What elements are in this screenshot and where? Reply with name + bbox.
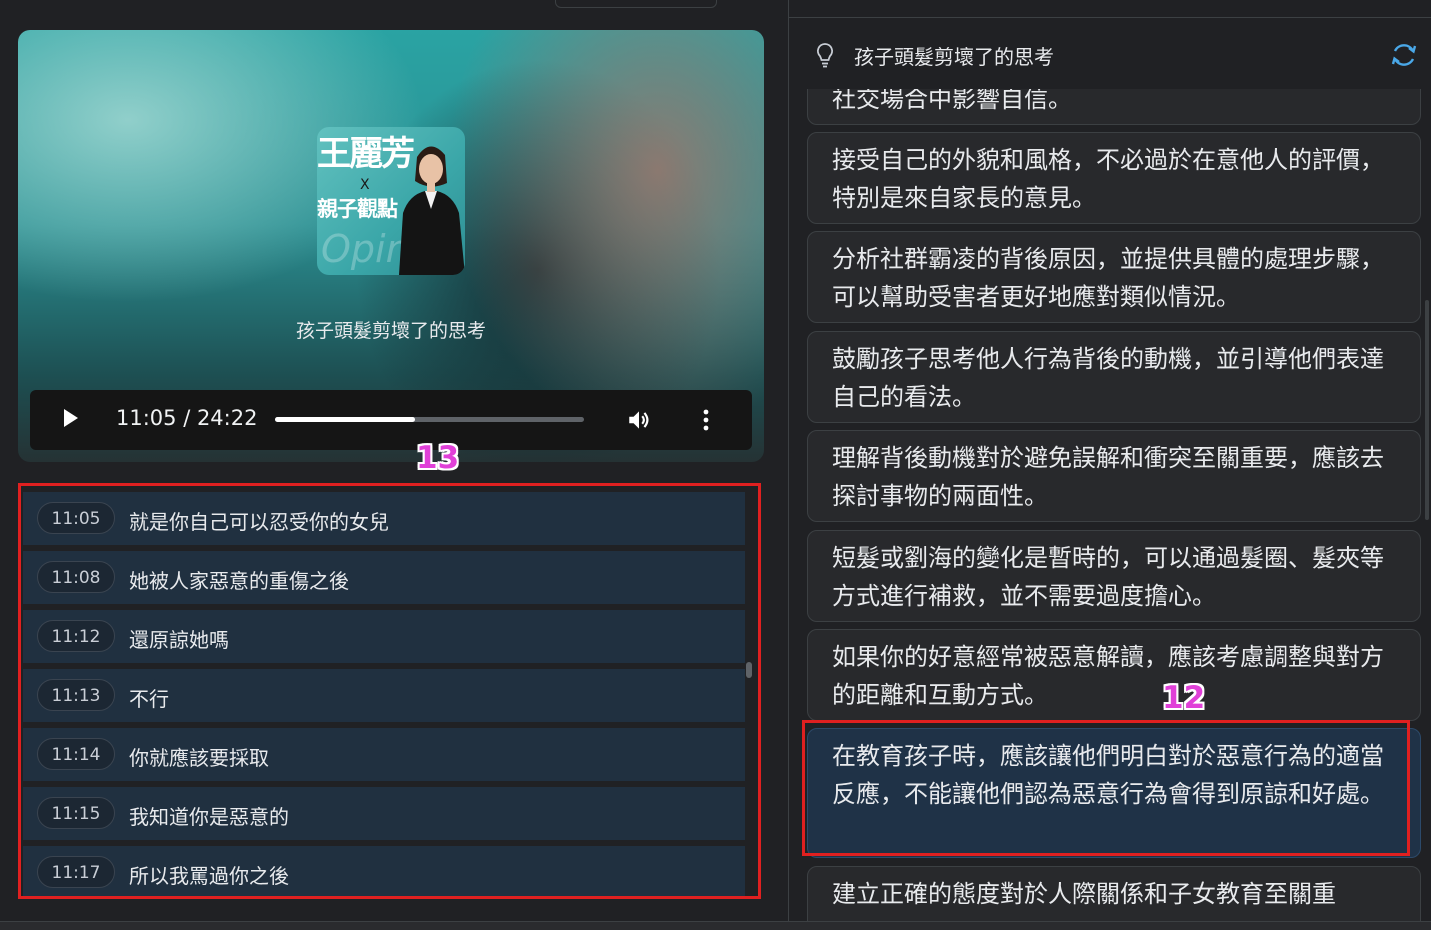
video-player[interactable]: 王麗芳 X 親子觀點 Opinio 孩子頭髮剪壞了的思考 11:05 / 24:… <box>18 30 764 462</box>
timestamp-chip[interactable]: 11:13 <box>37 679 115 711</box>
transcript-text: 就是你自己可以忍受你的女兒 <box>129 510 389 534</box>
timestamp-chip[interactable]: 11:08 <box>37 561 115 593</box>
insight-card[interactable]: 社交場合中影響自信。 <box>807 89 1421 125</box>
search-pill[interactable] <box>555 0 717 8</box>
insight-cards-list[interactable]: 社交場合中影響自信。 接受自己的外貌和風格，不必過於在意他人的評價，特別是來自家… <box>789 89 1431 921</box>
timestamp-chip[interactable]: 11:15 <box>37 797 115 829</box>
transcript-text: 還原諒她嗎 <box>129 628 229 652</box>
insight-card[interactable]: 鼓勵孩子思考他人行為背後的動機，並引導他們表達自己的看法。 <box>807 331 1421 423</box>
insight-card-selected[interactable]: 在教育孩子時，應該讓他們明白對於惡意行為的適當反應，不能讓他們認為惡意行為會得到… <box>807 728 1421 858</box>
annotation-marker-13: 13 <box>416 440 460 476</box>
volume-icon[interactable] <box>626 407 652 433</box>
insight-card[interactable]: 接受自己的外貌和風格，不必過於在意他人的評價，特別是來自家長的意見。 <box>807 132 1421 224</box>
time-display: 11:05 / 24:22 <box>116 406 258 430</box>
timestamp-chip[interactable]: 11:05 <box>37 502 115 534</box>
insight-text: 短髮或劉海的變化是暫時的，可以通過髮圈、髮夾等方式進行補救，並不需要過度擔心。 <box>832 544 1384 610</box>
insight-text: 如果你的好意經常被惡意解讀，應該考慮調整與對方的距離和互動方式。 <box>832 643 1384 709</box>
annotation-marker-12: 12 <box>1162 680 1206 716</box>
transcript-text: 她被人家惡意的重傷之後 <box>129 569 349 593</box>
transcript-row[interactable]: 11:13 不行 <box>23 669 745 722</box>
timestamp-chip[interactable]: 11:12 <box>37 620 115 652</box>
transcript-text: 所以我罵過你之後 <box>129 864 289 888</box>
insight-card[interactable]: 理解背後動機對於避免誤解和衝突至關重要，應該去探討事物的兩面性。 <box>807 430 1421 522</box>
panel-scrollbar[interactable] <box>1425 300 1429 520</box>
top-bar <box>0 0 788 18</box>
progress-bar[interactable] <box>275 417 584 422</box>
insight-text: 理解背後動機對於避免誤解和衝突至關重要，應該去探討事物的兩面性。 <box>832 444 1384 510</box>
transcript-row[interactable]: 11:05 就是你自己可以忍受你的女兒 <box>23 492 745 545</box>
transcript-row[interactable]: 11:17 所以我罵過你之後 <box>23 846 745 896</box>
progress-fill <box>275 417 416 422</box>
insight-card[interactable]: 如果你的好意經常被惡意解讀，應該考慮調整與對方的距離和互動方式。 <box>807 629 1421 721</box>
insight-text: 在教育孩子時，應該讓他們明白對於惡意行為的適當反應，不能讓他們認為惡意行為會得到… <box>832 742 1384 808</box>
presenter-portrait <box>399 146 465 275</box>
thumbnail-title-line2: 親子觀點 <box>317 197 398 221</box>
insight-text: 鼓勵孩子思考他人行為背後的動機，並引導他們表達自己的看法。 <box>832 345 1384 411</box>
refresh-icon[interactable] <box>1389 40 1419 70</box>
transcript-row[interactable]: 11:12 還原諒她嗎 <box>23 610 745 663</box>
player-controls: 11:05 / 24:22 <box>30 390 752 450</box>
timestamp-chip[interactable]: 11:17 <box>37 856 115 888</box>
insight-text: 建立正確的態度對於人際關係和子女教育至關重 <box>832 880 1336 908</box>
panel-title: 孩子頭髮剪壞了的思考 <box>854 45 1054 69</box>
timestamp-chip[interactable]: 11:14 <box>37 738 115 770</box>
transcript-text: 你就應該要採取 <box>129 746 269 770</box>
insight-card[interactable]: 短髮或劉海的變化是暫時的，可以通過髮圈、髮夾等方式進行補救，並不需要過度擔心。 <box>807 530 1421 622</box>
insights-header: 孩子頭髮剪壞了的思考 <box>789 17 1431 90</box>
transcript-row[interactable]: 11:08 她被人家惡意的重傷之後 <box>23 551 745 604</box>
transcript-text: 我知道你是惡意的 <box>129 805 289 829</box>
insight-card[interactable]: 建立正確的態度對於人際關係和子女教育至關重 <box>807 866 1421 921</box>
thumbnail-x: X <box>360 177 370 193</box>
more-vert-icon[interactable] <box>702 408 710 432</box>
play-icon[interactable] <box>64 409 78 427</box>
video-title: 孩子頭髮剪壞了的思考 <box>295 320 486 342</box>
lightbulb-icon <box>817 43 833 68</box>
video-thumbnail: 王麗芳 X 親子觀點 Opinio <box>317 127 465 275</box>
transcript-row[interactable]: 11:14 你就應該要採取 <box>23 728 745 781</box>
transcript-list[interactable]: 11:05 就是你自己可以忍受你的女兒 11:08 她被人家惡意的重傷之後 11… <box>20 485 758 896</box>
transcript-text: 不行 <box>129 687 169 711</box>
insight-text: 社交場合中影響自信。 <box>832 89 1072 113</box>
transcript-row[interactable]: 11:15 我知道你是惡意的 <box>23 787 745 840</box>
insight-text: 分析社群霸凌的背後原因，並提供具體的處理步驟，可以幫助受害者更好地應對類似情況。 <box>832 245 1384 311</box>
insight-card[interactable]: 分析社群霸凌的背後原因，並提供具體的處理步驟，可以幫助受害者更好地應對類似情況。 <box>807 231 1421 323</box>
insight-text: 接受自己的外貌和風格，不必過於在意他人的評價，特別是來自家長的意見。 <box>832 146 1384 212</box>
transcript-scrollbar[interactable] <box>746 662 752 678</box>
